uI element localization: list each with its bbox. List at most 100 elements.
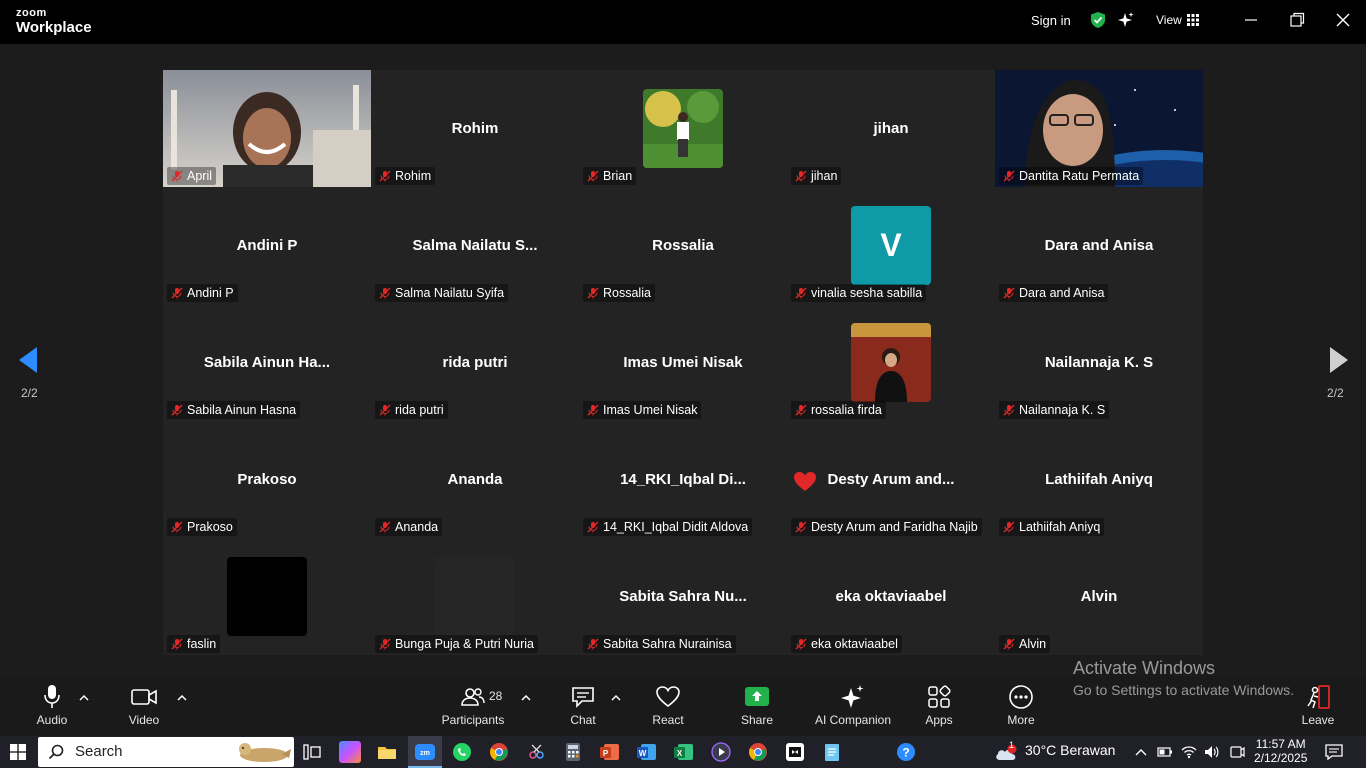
media-player-icon[interactable] [710, 741, 732, 763]
more-button[interactable]: More [1000, 684, 1042, 734]
muted-mic-icon [379, 404, 391, 416]
leave-button[interactable]: Leave [1298, 684, 1338, 734]
participant-tile[interactable]: Nailannaja K. S Nailannaja K. S [995, 304, 1203, 421]
participant-tile[interactable]: Desty Arum and... Desty Arum and Faridha … [787, 421, 995, 538]
participant-tile[interactable]: faslin [163, 538, 371, 655]
participant-tile[interactable]: Brian [579, 70, 787, 187]
help-question-icon[interactable]: ? [895, 741, 917, 763]
participant-tile[interactable]: Vvinalia sesha sabilla [787, 187, 995, 304]
windows-taskbar: Search zm P W X ? 1 30°C Berawan 11:57 A… [0, 736, 1366, 768]
muted-mic-icon [171, 521, 183, 533]
chat-bubble-icon [572, 687, 594, 708]
system-clock[interactable]: 11:57 AM 2/12/2025 [1254, 737, 1307, 765]
video-options-chevron-icon[interactable] [177, 694, 187, 702]
windows-start-icon[interactable] [10, 744, 26, 760]
whatsapp-icon[interactable] [451, 741, 473, 763]
audio-options-chevron-icon[interactable] [79, 694, 89, 702]
participant-name-label: vinalia sesha sabilla [791, 284, 927, 302]
react-button[interactable]: React [646, 684, 690, 734]
volume-icon[interactable] [1203, 744, 1219, 760]
word-icon[interactable]: W [636, 741, 658, 763]
participant-tile[interactable]: Dantita Ratu Permata [995, 70, 1203, 187]
ai-sparkle-icon[interactable] [1117, 11, 1135, 29]
participant-tile[interactable]: Dara and Anisa Dara and Anisa [995, 187, 1203, 304]
participant-name: Sabita Sahra Nurainisa [603, 637, 732, 651]
ai-companion-button[interactable]: AI Companion [810, 684, 896, 734]
sign-in-link[interactable]: Sign in [1031, 13, 1071, 28]
view-label[interactable]: View [1156, 13, 1182, 27]
show-hidden-icons-chevron-icon[interactable] [1133, 744, 1149, 760]
participants-options-chevron-icon[interactable] [521, 694, 531, 702]
participant-display-name: 14_RKI_Iqbal Di... [620, 471, 746, 488]
participant-tile[interactable]: eka oktaviaabel eka oktaviaabel [787, 538, 995, 655]
minimize-icon[interactable] [1241, 10, 1261, 30]
zoom-logo: zoom Workplace [16, 8, 92, 36]
apps-label: Apps [925, 713, 953, 727]
shield-check-icon[interactable] [1089, 11, 1107, 29]
taskbar-search-box[interactable]: Search [38, 737, 294, 767]
participant-tile[interactable]: Lathiifah Aniyq Lathiifah Aniyq [995, 421, 1203, 538]
weather-text[interactable]: 30°C Berawan [1025, 742, 1115, 758]
participant-name: Ananda [395, 520, 439, 534]
participant-tile[interactable]: Prakoso Prakoso [163, 421, 371, 538]
capcut-icon[interactable] [784, 741, 806, 763]
participant-tile[interactable]: Sabila Ainun Ha... Sabila Ainun Hasna [163, 304, 371, 421]
participant-name: Dara and Anisa [1019, 286, 1105, 300]
participant-name: Rohim [395, 169, 432, 183]
wifi-icon[interactable] [1181, 744, 1197, 760]
close-icon[interactable] [1333, 10, 1353, 30]
chat-options-chevron-icon[interactable] [611, 694, 621, 702]
participant-tile[interactable]: Imas Umei Nisak Imas Umei Nisak [579, 304, 787, 421]
calculator-icon[interactable] [562, 741, 584, 763]
powerpoint-icon[interactable]: P [599, 741, 621, 763]
notepad-icon[interactable] [821, 741, 843, 763]
audio-button[interactable]: Audio [30, 684, 74, 734]
participant-name: Rossalia [603, 286, 651, 300]
participant-tile[interactable]: Andini P Andini P [163, 187, 371, 304]
restore-icon[interactable] [1287, 10, 1307, 30]
seal-illustration-icon [239, 743, 291, 762]
participant-tile[interactable]: rida putri rida putri [371, 304, 579, 421]
meet-now-icon[interactable] [1229, 744, 1245, 760]
chrome-icon[interactable] [488, 741, 510, 763]
participant-tile[interactable]: Sabita Sahra Nu... Sabita Sahra Nurainisa [579, 538, 787, 655]
participant-tile[interactable]: Ananda Ananda [371, 421, 579, 538]
participant-name-label: Brian [583, 167, 637, 185]
participant-tile[interactable]: Rohim Rohim [371, 70, 579, 187]
grid-view-icon[interactable] [1187, 14, 1199, 26]
participant-tile[interactable]: jihan jihan [787, 70, 995, 187]
participant-tile[interactable]: 14_RKI_Iqbal Di... 14_RKI_Iqbal Didit Ald… [579, 421, 787, 538]
battery-icon[interactable] [1157, 744, 1173, 760]
logo-brand-bottom: Workplace [16, 19, 92, 36]
notification-center-icon[interactable] [1325, 744, 1343, 760]
participant-name-label: Nailannaja K. S [999, 401, 1110, 419]
chrome-profile-icon[interactable] [747, 741, 769, 763]
copilot-icon[interactable] [339, 741, 361, 763]
apps-button[interactable]: Apps [918, 684, 960, 734]
zoom-app-icon[interactable]: zm [414, 741, 436, 763]
svg-text:X: X [677, 749, 683, 758]
gallery-grid: April Rohim Rohim Brian jihan jihan Dantita Ra… [163, 70, 1203, 655]
participant-tile[interactable]: Salma Nailatu S... Salma Nailatu Syifa [371, 187, 579, 304]
share-button[interactable]: Share [736, 684, 778, 734]
participant-display-name: Lathiifah Aniyq [1045, 471, 1153, 488]
participant-name-label: Bunga Puja & Putri Nuria [375, 635, 538, 653]
weather-cloud-icon[interactable] [994, 744, 1018, 762]
participant-tile[interactable]: Bunga Puja & Putri Nuria [371, 538, 579, 655]
participant-name-label: Andini P [167, 284, 238, 302]
file-explorer-icon[interactable] [376, 741, 398, 763]
muted-mic-icon [587, 170, 599, 182]
participant-name: rossalia firda [811, 403, 882, 417]
participant-name: Dantita Ratu Permata [1019, 169, 1140, 183]
participant-tile[interactable]: Rossalia Rossalia [579, 187, 787, 304]
task-view-icon[interactable] [301, 741, 323, 763]
snipping-tool-icon[interactable] [525, 741, 547, 763]
video-button[interactable]: Video [122, 684, 166, 734]
chat-label: Chat [570, 713, 596, 727]
chat-button[interactable]: Chat [562, 684, 604, 734]
participant-tile[interactable]: Alvin Alvin [995, 538, 1203, 655]
participant-name-label: Salma Nailatu Syifa [375, 284, 509, 302]
participant-tile[interactable]: April [163, 70, 371, 187]
excel-icon[interactable]: X [673, 741, 695, 763]
participant-tile[interactable]: rossalia firda [787, 304, 995, 421]
